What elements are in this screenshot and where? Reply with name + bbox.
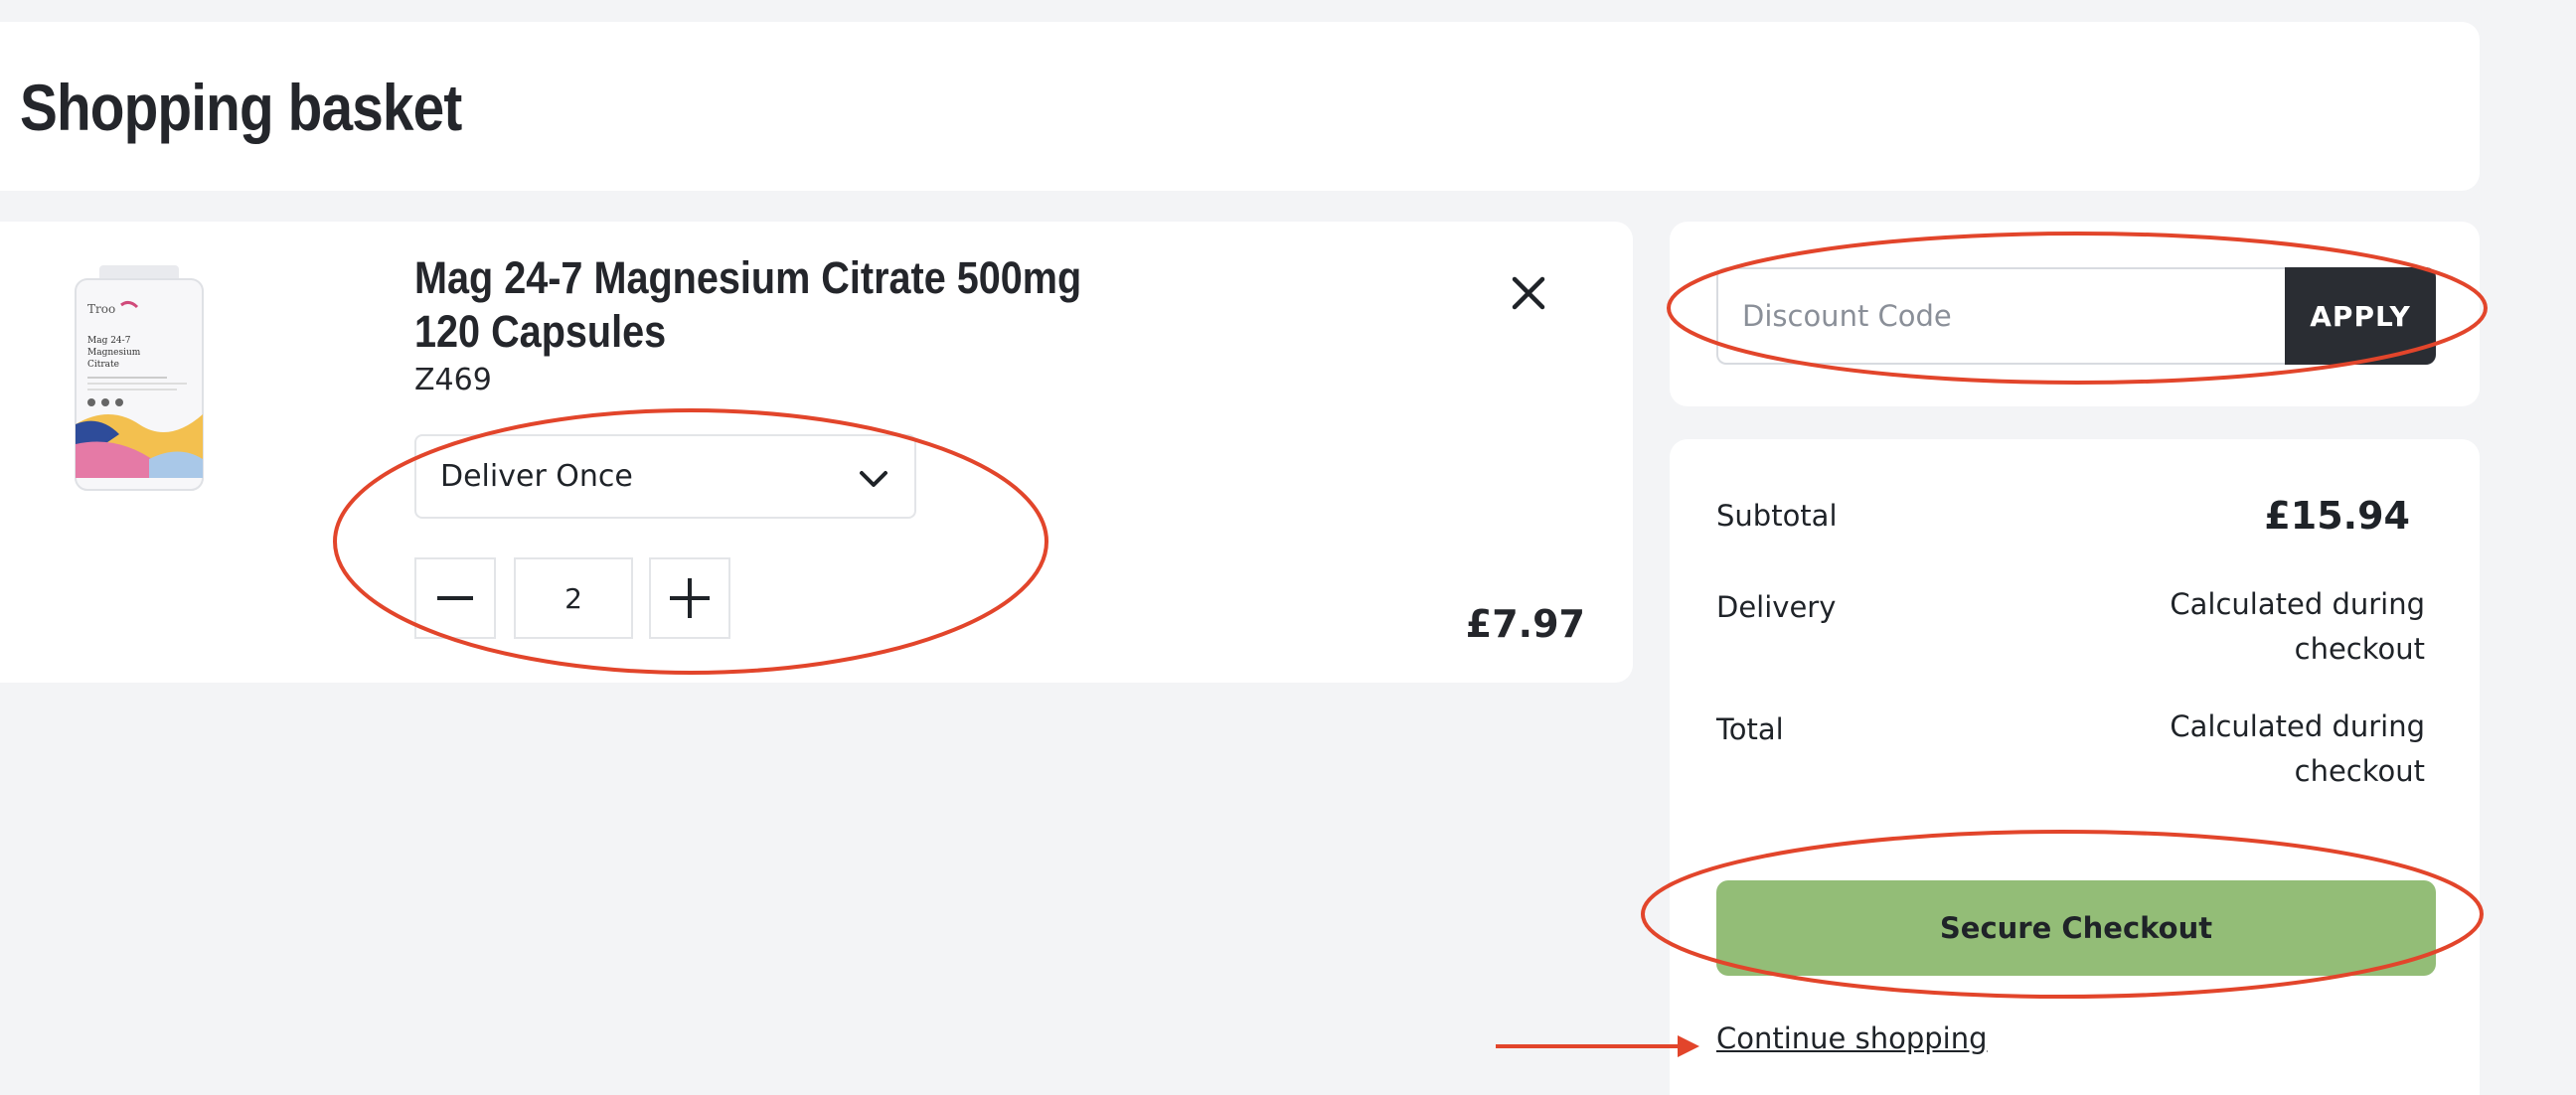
subtotal-value: £15.94 [2264,494,2410,538]
page-title: Shopping basket [20,71,462,144]
minus-icon [437,596,473,600]
delivery-frequency-select[interactable]: Deliver Once [414,434,916,519]
quantity-input[interactable] [514,557,633,639]
plus-icon [670,578,710,618]
svg-text:Mag 24-7: Mag 24-7 [87,336,131,346]
delivery-frequency-value: Deliver Once [440,459,633,494]
order-summary: Subtotal £15.94 Delivery Calculated duri… [1670,439,2480,1095]
close-icon [1512,276,1545,310]
quantity-decrease-button[interactable] [414,557,496,639]
bottle-brand-text: Troo [87,302,115,316]
discount-card: APPLY [1670,222,2480,406]
discount-code-input[interactable] [1716,267,2285,365]
quantity-increase-button[interactable] [649,557,730,639]
secure-checkout-button[interactable]: Secure Checkout [1716,880,2436,976]
total-value: Calculated during checkout [2170,709,2425,788]
product-sku: Z469 [414,363,492,397]
product-name[interactable]: Mag 24-7 Magnesium Citrate 500mg 120 Cap… [414,251,1132,359]
total-label: Total [1716,712,1784,746]
svg-text:Magnesium: Magnesium [87,348,141,358]
product-image[interactable]: Troo Mag 24-7 Magnesium Citrate [70,265,209,492]
apply-discount-button[interactable]: APPLY [2285,267,2436,365]
remove-item-button[interactable] [1501,265,1556,321]
basket-item: Troo Mag 24-7 Magnesium Citrate Mag 24-7… [0,222,1633,683]
item-price: £7.97 [1465,602,1585,646]
subtotal-label: Subtotal [1716,499,1838,533]
continue-shopping-link[interactable]: Continue shopping [1716,1021,1988,1055]
svg-text:Citrate: Citrate [87,360,119,370]
delivery-label: Delivery [1716,590,1837,624]
header-card: Shopping basket [0,22,2480,191]
chevron-down-icon [860,471,887,487]
delivery-value: Calculated during checkout [2170,587,2425,666]
